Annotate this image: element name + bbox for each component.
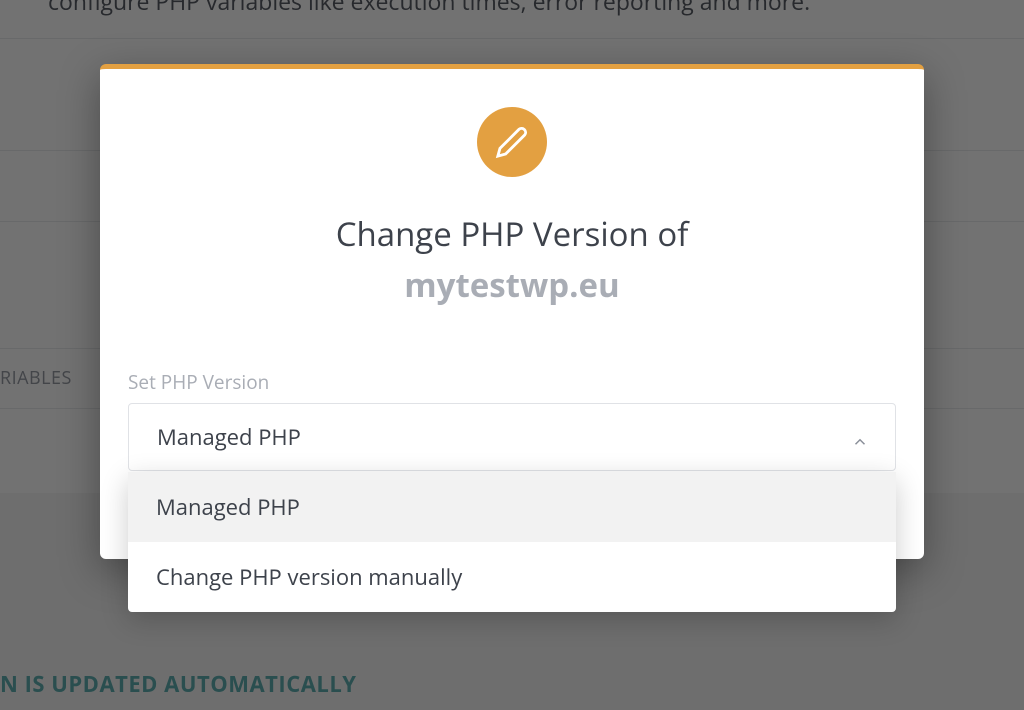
select-value: Managed PHP	[157, 422, 301, 452]
modal-domain: mytestwp.eu	[100, 262, 924, 307]
option-managed-php[interactable]: Managed PHP	[128, 472, 896, 542]
change-php-version-modal: Change PHP Version of mytestwp.eu Set PH…	[100, 64, 924, 559]
php-version-select[interactable]: Managed PHP	[128, 403, 896, 471]
chevron-up-icon	[851, 428, 869, 446]
php-version-dropdown: Managed PHP Change PHP version manually	[128, 472, 896, 612]
modal-overlay[interactable]: Change PHP Version of mytestwp.eu Set PH…	[0, 0, 1024, 710]
field-label: Set PHP Version	[128, 369, 896, 395]
option-manual-php[interactable]: Change PHP version manually	[128, 542, 896, 612]
modal-title: Change PHP Version of	[100, 211, 924, 256]
pencil-icon	[477, 107, 547, 177]
php-version-field: Set PHP Version Managed PHP Managed PHP …	[100, 369, 924, 471]
